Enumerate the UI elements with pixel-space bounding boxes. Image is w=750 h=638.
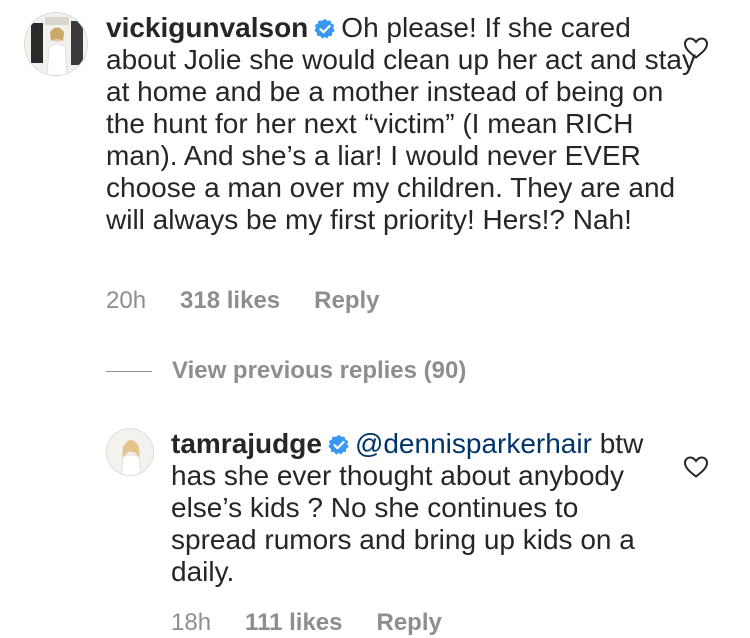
reply-button[interactable]: Reply xyxy=(314,287,379,315)
verified-badge-icon xyxy=(314,18,336,39)
username[interactable]: tamrajudge xyxy=(171,428,322,459)
username[interactable]: vickigunvalson xyxy=(106,12,308,43)
heart-outline-icon[interactable] xyxy=(683,455,709,479)
avatar[interactable] xyxy=(24,12,88,76)
verified-badge-icon xyxy=(328,434,349,455)
comment-time[interactable]: 20h xyxy=(106,287,146,315)
likes-count[interactable]: 111 likes xyxy=(245,609,342,637)
view-previous-replies-label: View previous replies (90) xyxy=(172,357,467,384)
mention-link[interactable]: @dennisparkerhair xyxy=(355,428,592,459)
avatar[interactable] xyxy=(106,428,154,476)
divider-line xyxy=(106,371,152,373)
heart-outline-icon[interactable] xyxy=(683,36,709,60)
reply-button[interactable]: Reply xyxy=(377,609,442,637)
likes-count[interactable]: 318 likes xyxy=(180,287,280,315)
comment-time[interactable]: 18h xyxy=(171,609,211,637)
comment-text: Oh please! If she cared about Jolie she … xyxy=(106,12,696,235)
view-previous-replies-button[interactable]: View previous replies (90) xyxy=(106,357,466,385)
